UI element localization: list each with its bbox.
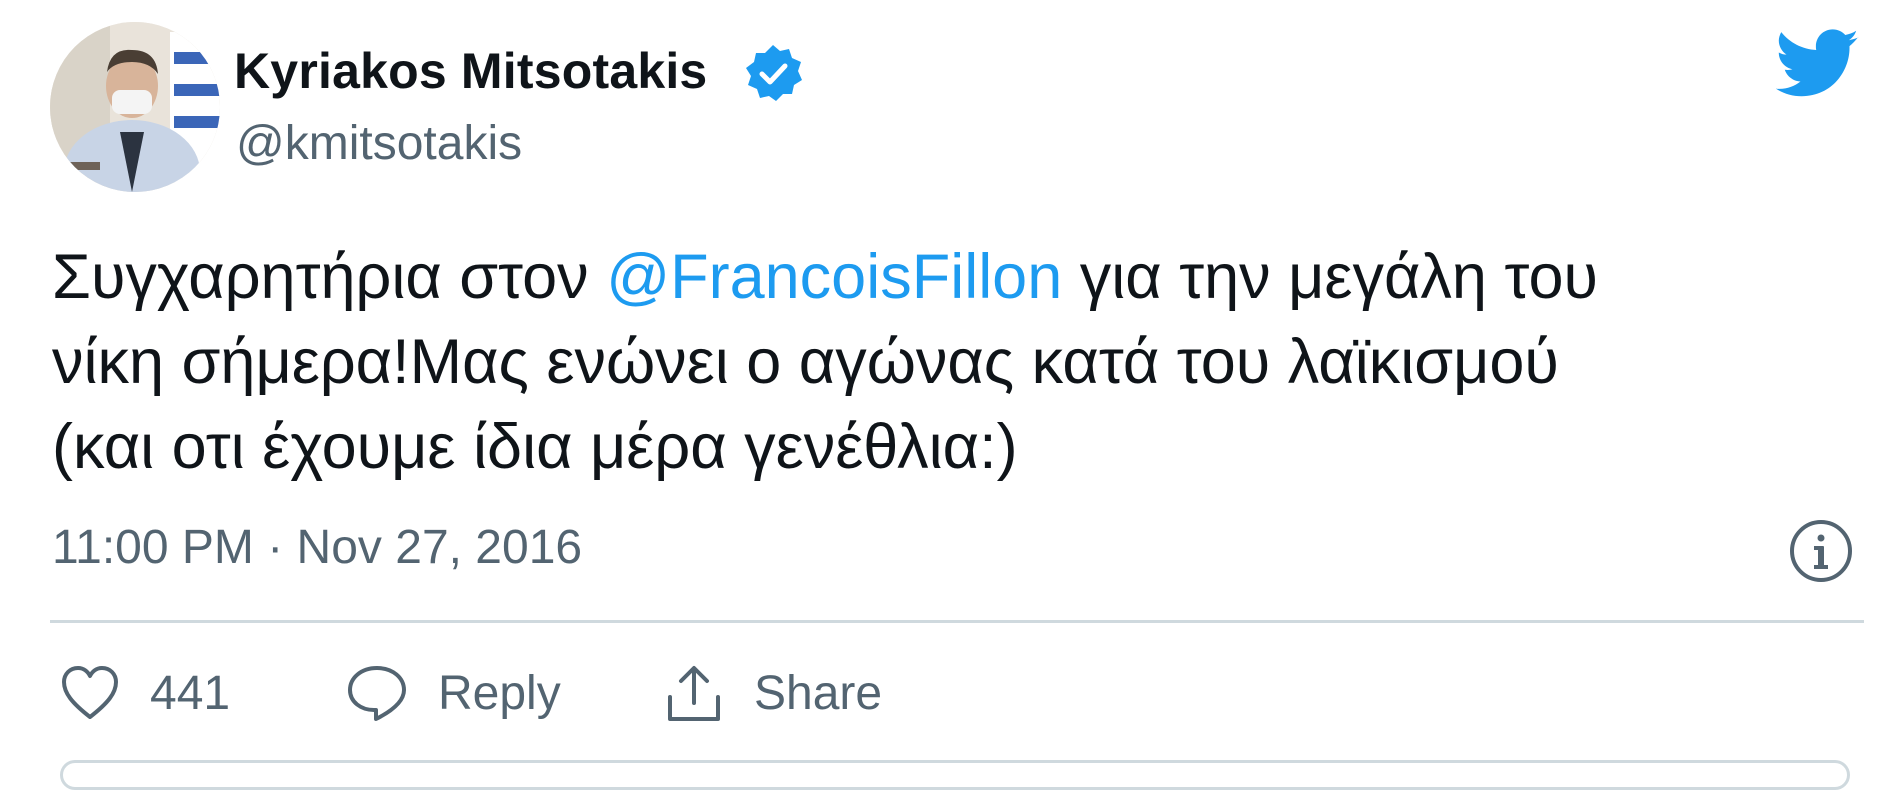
tweet-line-2: νίκη σήμερα!Μας ενώνει ο αγώνας κατά του… [52,327,1559,397]
share-label: Share [754,666,883,720]
heart-icon [62,666,118,719]
reply-button[interactable]: Reply [346,660,561,726]
reply-label: Reply [438,666,561,720]
display-name[interactable]: Kyriakos Mitsotakis [234,42,707,100]
divider [50,620,1864,623]
tweet-line-3: (και οτι έχουμε ίδια μέρα γενέθλια:) [52,412,1018,482]
twitter-bird-icon[interactable] [1776,28,1860,100]
next-card-edge [60,760,1850,790]
avatar-photo [50,22,220,192]
like-button[interactable]: 441 [60,660,230,726]
like-count: 441 [150,666,231,720]
avatar[interactable] [50,22,220,192]
verified-badge-icon [746,45,802,101]
speech-bubble-icon [348,666,406,721]
tweet-line-1: Συγχαρητήρια στον @FrancoisFillon για τη… [52,235,1832,320]
tweet-text-segment: για την μεγάλη του [1062,242,1598,312]
share-upload-icon [668,666,720,721]
author-handle[interactable]: @kmitsotakis [236,116,522,171]
tweet-text: Συγχαρητήρια στον @FrancoisFillon για τη… [52,235,1832,490]
share-button[interactable]: Share [664,660,882,726]
mention-link[interactable]: @FrancoisFillon [606,242,1062,312]
tweet-timestamp[interactable]: 11:00 PM · Nov 27, 2016 [52,520,582,575]
tweet-card: Kyriakos Mitsotakis @kmitsotakis Συγχαρη… [0,0,1904,790]
info-icon[interactable] [1788,518,1854,584]
tweet-text-segment: Συγχαρητήρια στον [52,242,607,312]
